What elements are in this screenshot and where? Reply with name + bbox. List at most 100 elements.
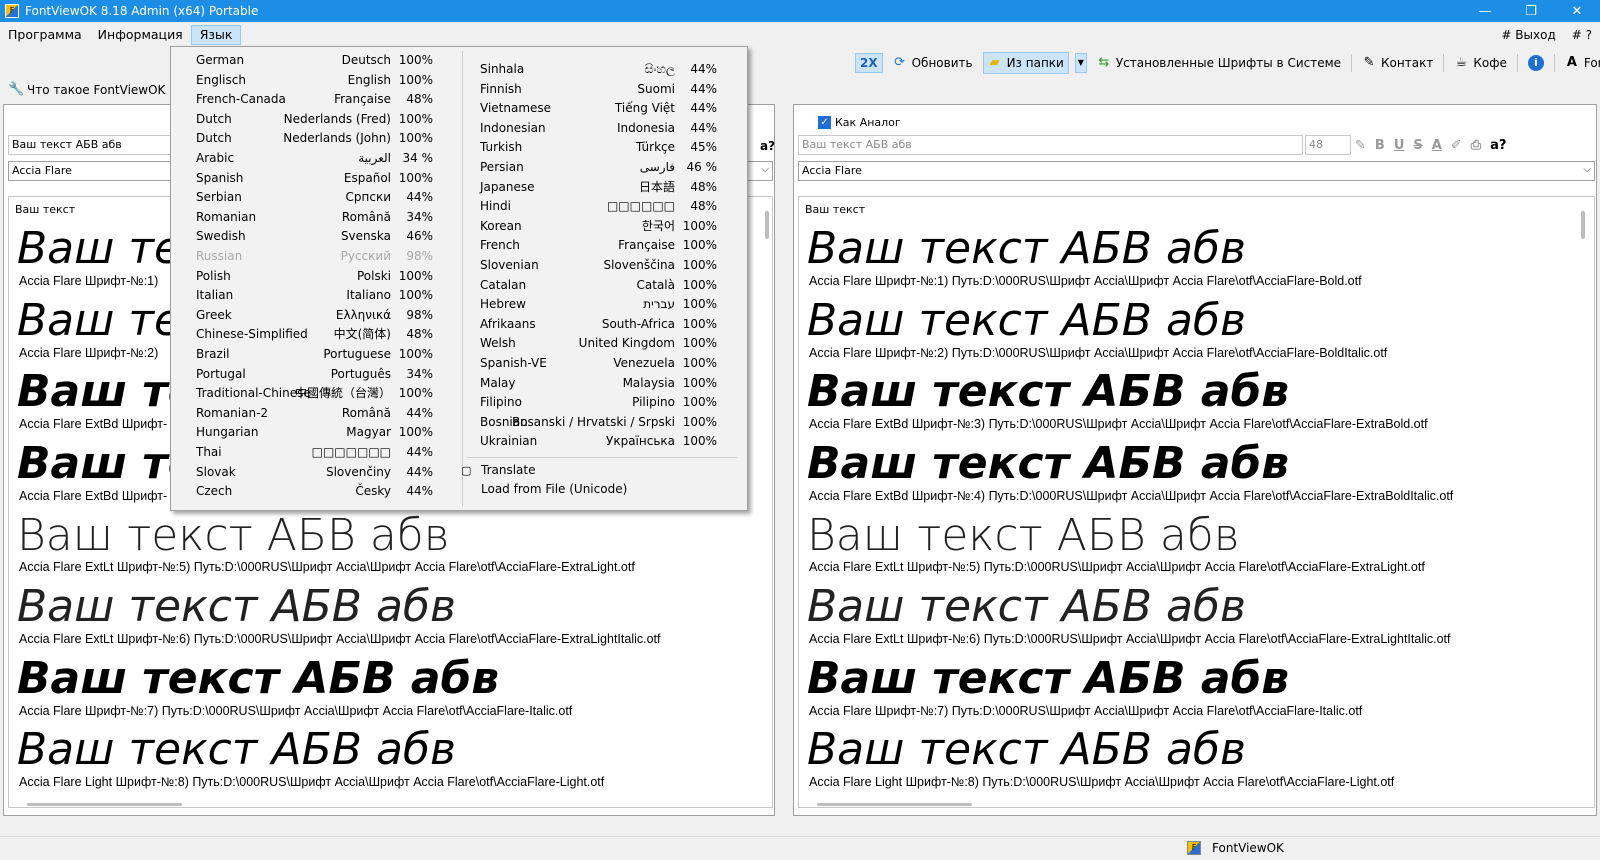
installed-fonts-button[interactable]: ⇆ Установленные Шрифты в Системе: [1093, 52, 1345, 74]
language-menu-item[interactable]: Indonesian Indonesia 44%: [480, 119, 717, 138]
vertical-scrollbar[interactable]: [1581, 211, 1585, 239]
contact-button[interactable]: ✎ Контакт: [1358, 52, 1437, 74]
highlight-icon[interactable]: ✐: [1451, 138, 1462, 153]
horizontal-scrollbar[interactable]: [817, 803, 972, 806]
language-native-name: Română: [341, 405, 391, 420]
close-button[interactable]: ✕: [1554, 0, 1600, 22]
language-name: Korean: [480, 218, 522, 233]
language-menu-item[interactable]: Afrikaans South-Africa 100%: [480, 315, 717, 334]
right-font-select[interactable]: Accia Flare ⌵: [798, 161, 1595, 181]
refresh-label: Обновить: [911, 56, 973, 70]
maximize-button[interactable]: ❐: [1508, 0, 1554, 22]
menu-program[interactable]: Программа: [0, 25, 90, 45]
toolbar-separator: [1553, 54, 1555, 72]
language-menu-item[interactable]: Hindi □□□□□□ 48%: [480, 197, 717, 216]
left-text-input[interactable]: Ваш текст АБВ абв: [8, 135, 173, 155]
font-reader-button[interactable]: A Font Reader: [1561, 52, 1600, 74]
minimize-button[interactable]: —: [1462, 0, 1508, 22]
language-menu-item[interactable]: Greek Ελληνικά 98%: [196, 306, 433, 325]
app-icon: F: [1187, 841, 1201, 855]
bold-icon[interactable]: B: [1375, 138, 1385, 153]
chevron-down-icon: ⌵: [761, 164, 769, 175]
language-menu-item[interactable]: Dutch Nederlands (John) 100%: [196, 129, 433, 148]
print-icon[interactable]: ⎙: [1471, 138, 1481, 153]
language-menu-item[interactable]: French Française 100%: [480, 236, 717, 255]
menu-info[interactable]: Информация: [90, 25, 191, 45]
underline-icon[interactable]: U: [1394, 138, 1405, 153]
language-menu-item[interactable]: Welsh United Kingdom 100%: [480, 334, 717, 353]
language-menu-item[interactable]: Englisch English 100%: [196, 71, 433, 90]
language-menu-item[interactable]: French-Canada Française 48%: [196, 90, 433, 109]
language-name: Ukrainian: [480, 434, 538, 449]
language-menu-item[interactable]: Arabic العربية 34 %: [196, 149, 433, 168]
2x-button[interactable]: 2X: [855, 53, 883, 73]
language-menu-item[interactable]: Slovenian Slovenščina 100%: [480, 256, 717, 275]
language-menu-item[interactable]: Catalan Català 100%: [480, 276, 717, 295]
from-folder-dropdown-arrow[interactable]: ▼: [1074, 53, 1087, 73]
language-menu-item[interactable]: Romanian-2 Română 44%: [196, 404, 433, 423]
menu-language[interactable]: Язык: [190, 25, 242, 45]
language-menu-item[interactable]: Traditional-Chinese 中國傳統（台灣） 100%: [196, 384, 433, 403]
strikethrough-icon[interactable]: S: [1413, 138, 1422, 153]
language-menu-item[interactable]: Hebrew עברית 100%: [480, 295, 717, 314]
language-menu-item[interactable]: Czech Česky 44%: [196, 482, 433, 501]
from-folder-button[interactable]: ▰ Из папки: [982, 52, 1069, 74]
analog-checkbox[interactable]: ✓ Как Аналог: [818, 116, 901, 129]
language-menu-item[interactable]: Romanian Română 34%: [196, 208, 433, 227]
language-name: German: [196, 53, 245, 67]
language-menu-item[interactable]: Vietnamese Tiếng Việt 44%: [480, 99, 717, 118]
language-menu-item[interactable]: Malay Malaysia 100%: [480, 374, 717, 393]
sample-text: Ваш текст АБВ абв: [807, 510, 1240, 561]
left-help-button[interactable]: a?: [760, 139, 775, 153]
language-menu-item[interactable]: Finnish Suomi 44%: [480, 80, 717, 99]
language-menu-item[interactable]: Portugal Português 34%: [196, 365, 433, 384]
language-menu-item[interactable]: Persian فارسی 46 %: [480, 158, 717, 177]
analog-label: Как Аналог: [835, 116, 901, 129]
language-menu-item[interactable]: Spanish Español 100%: [196, 169, 433, 188]
language-menu-item[interactable]: Chinese-Simplified 中文(简体) 48%: [196, 325, 433, 344]
language-menu-item[interactable]: Swedish Svenska 46%: [196, 227, 433, 246]
help-menu[interactable]: # ?: [1572, 28, 1592, 42]
pencil-icon[interactable]: ✎: [1355, 138, 1366, 153]
language-name: Vietnamese: [480, 101, 552, 116]
right-text-input[interactable]: Ваш текст АБВ абв: [798, 135, 1303, 155]
language-menu-item[interactable]: Serbian Српски 44%: [196, 188, 433, 207]
language-menu-item[interactable]: Dutch Nederlands (Fred) 100%: [196, 110, 433, 129]
language-menu-item[interactable]: Sinhala සිංහල 44%: [480, 60, 717, 79]
font-color-icon[interactable]: A: [1432, 138, 1442, 153]
language-name: Dutch: [196, 131, 232, 146]
right-help-button[interactable]: a?: [1490, 138, 1506, 153]
language-completion: 100%: [682, 414, 717, 429]
font-caption: Accia Flare ExtBd Шрифт-№:4) Путь:D:\000…: [809, 489, 1454, 503]
language-menu-item[interactable]: Slovak Slovenčiny 44%: [196, 463, 433, 482]
menu-right: # Выход # ?: [1501, 24, 1592, 46]
language-native-name: Tiếng Việt: [614, 101, 675, 116]
exit-menu[interactable]: # Выход: [1501, 28, 1555, 42]
info-button[interactable]: i: [1524, 52, 1548, 74]
language-menu-item[interactable]: Thai □□□□□□□ 44%: [196, 443, 433, 462]
language-menu-item[interactable]: Turkish Türkçe 45%: [480, 138, 717, 157]
load-from-file-menu-item[interactable]: Load from File (Unicode): [461, 480, 731, 499]
translate-menu-item[interactable]: ▢ Translate: [461, 461, 731, 480]
language-native-name: Portuguese: [323, 347, 391, 361]
language-menu-item[interactable]: Italian Italiano 100%: [196, 286, 433, 305]
font-size-input[interactable]: 48: [1305, 135, 1351, 155]
vertical-scrollbar[interactable]: [765, 211, 769, 239]
language-menu-item[interactable]: Spanish-VE Venezuela 100%: [480, 354, 717, 373]
horizontal-scrollbar[interactable]: [27, 803, 182, 806]
language-menu-item[interactable]: Polish Polski 100%: [196, 267, 433, 286]
language-menu-item[interactable]: Ukrainian Українська 100%: [480, 432, 717, 451]
language-completion: 48%: [406, 92, 433, 107]
what-is-button[interactable]: 🔧 Что такое FontViewOK: [4, 79, 169, 101]
refresh-button[interactable]: ⟳ Обновить: [889, 52, 977, 74]
language-native-name: فارسی: [639, 160, 675, 174]
language-menu-item[interactable]: Filipino Pilipino 100%: [480, 393, 717, 412]
language-menu-item[interactable]: Korean 한국어 100%: [480, 217, 717, 236]
language-menu-item[interactable]: Japanese 日本語 48%: [480, 178, 717, 197]
language-menu-item[interactable]: Hungarian Magyar 100%: [196, 423, 433, 442]
language-menu-item[interactable]: Brazil Portuguese 100%: [196, 345, 433, 364]
coffee-button[interactable]: ☕ Кофе: [1450, 52, 1511, 74]
language-menu-item[interactable]: Bosnian Bosanski / Hrvatski / Srpski 100%: [480, 413, 717, 432]
language-native-name: Português: [330, 366, 391, 381]
language-menu-item[interactable]: German Deutsch 100%: [196, 51, 433, 70]
